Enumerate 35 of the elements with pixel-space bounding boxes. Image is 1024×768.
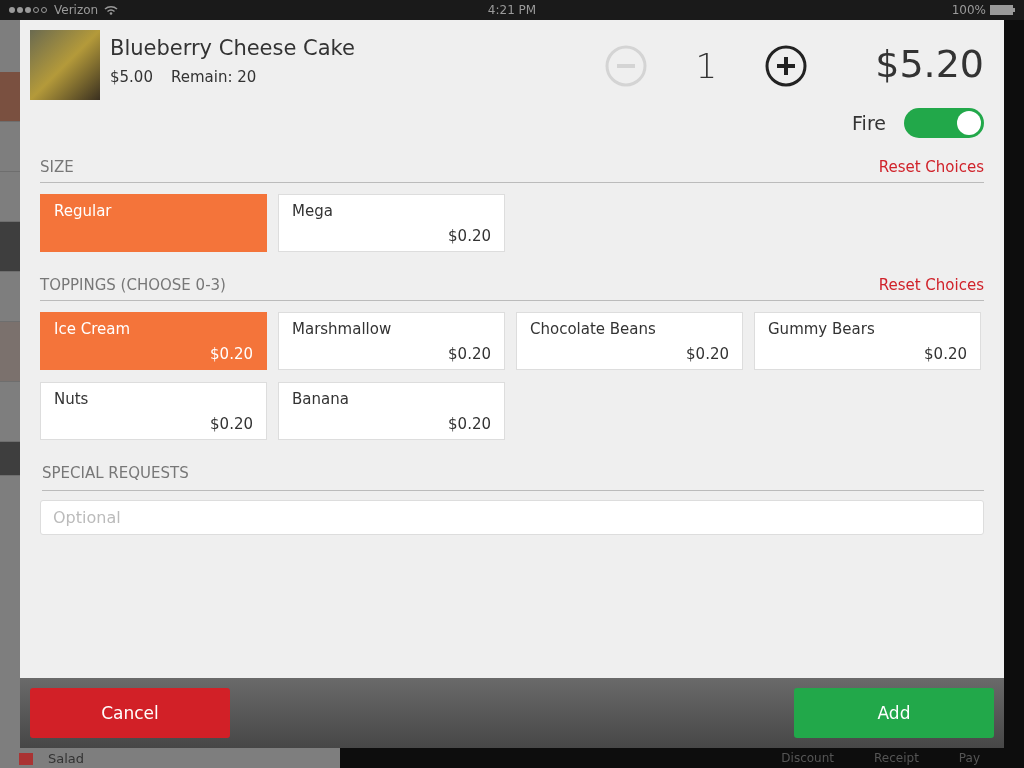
item-price: $5.00 — [110, 68, 153, 86]
option-tile[interactable]: Regular — [40, 194, 267, 252]
quantity-value: 1 — [694, 46, 718, 86]
option-tile[interactable]: Gummy Bears $0.20 — [754, 312, 981, 370]
option-tile[interactable]: Banana $0.20 — [278, 382, 505, 440]
carrier-label: Verizon — [54, 3, 99, 17]
option-tile[interactable]: Ice Cream $0.20 — [40, 312, 267, 370]
photo-placeholder — [30, 30, 100, 100]
fire-label: Fire — [852, 112, 886, 134]
bottom-tab[interactable]: Discount — [781, 751, 834, 765]
option-tile[interactable]: Chocolate Beans $0.20 — [516, 312, 743, 370]
option-tile[interactable]: Mega $0.20 — [278, 194, 505, 252]
special-requests-field[interactable]: Optional — [40, 500, 984, 535]
sidebar-item-label: Salad — [48, 750, 85, 766]
bottom-tab[interactable]: Receipt — [874, 751, 919, 765]
clock-label: 4:21 PM — [487, 3, 537, 17]
wifi-icon — [104, 5, 119, 15]
signal-icon — [8, 6, 48, 14]
section-title: SIZE — [40, 158, 74, 176]
section-title: TOPPINGS (CHOOSE 0-3) — [40, 276, 226, 294]
add-button[interactable]: Add — [794, 688, 994, 738]
bottom-tab[interactable]: Pay — [958, 751, 980, 765]
option-tile[interactable]: Marshmallow $0.20 — [278, 312, 505, 370]
fire-toggle[interactable] — [904, 108, 984, 138]
battery-icon — [990, 5, 1016, 15]
cancel-button[interactable]: Cancel — [30, 688, 230, 738]
increment-button[interactable] — [765, 45, 808, 87]
section-title: SPECIAL REQUESTS — [42, 464, 984, 491]
battery-label: 100% — [951, 3, 986, 17]
option-tile[interactable]: Nuts $0.20 — [40, 382, 267, 440]
reset-choices-link[interactable]: Reset Choices — [878, 158, 984, 176]
item-name: Blueberry Cheese Cake — [110, 36, 355, 60]
remain-label: Remain: 20 — [170, 68, 257, 86]
reset-choices-link[interactable]: Reset Choices — [878, 276, 984, 294]
total-price: $5.20 — [875, 42, 984, 86]
